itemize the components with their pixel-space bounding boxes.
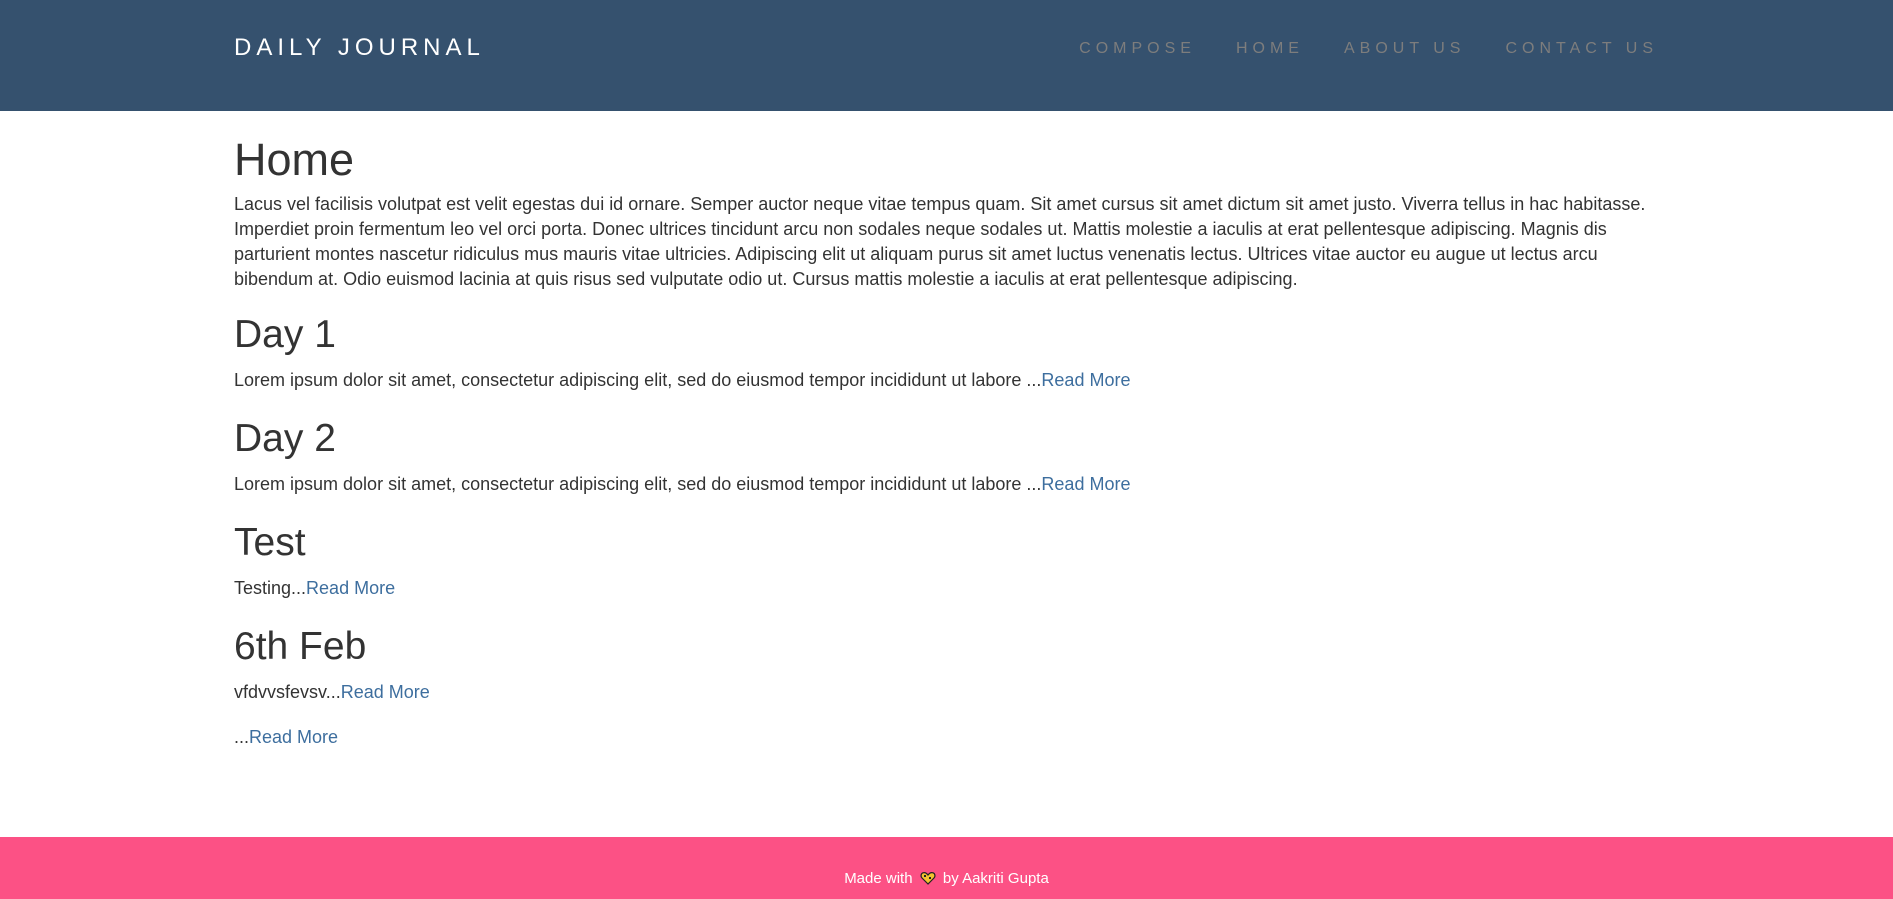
nav-item-home: HOME [1236,40,1304,58]
post-item: ...Read More [234,725,1659,750]
post-item: Test Testing...Read More [234,520,1659,601]
nav-link-contact-us[interactable]: CONTACT US [1505,40,1658,57]
footer-prefix: Made with [844,870,913,887]
nav-link-compose[interactable]: COMPOSE [1079,40,1196,57]
post-item: 6th Feb vfdvvsfevsv...Read More [234,624,1659,705]
intro-paragraph: Lacus vel facilisis volutpat est velit e… [234,194,1646,289]
navbar: DAILY JOURNAL COMPOSE HOME ABOUT US CONT… [0,0,1893,111]
read-more-link[interactable]: Read More [1041,474,1130,494]
post-title: Test [234,521,306,564]
post-excerpt-text: Lorem ipsum dolor sit amet, consectetur … [234,370,1042,390]
footer-suffix: by Aakriti Gupta [942,870,1049,887]
post-item: Day 1 Lorem ipsum dolor sit amet, consec… [234,312,1659,393]
heart-icon [920,872,936,885]
read-more-link[interactable]: Read More [306,578,395,598]
footer-credit: Made with by Aakriti Gupta [0,870,1893,887]
nav-item-contact-us: CONTACT US [1505,40,1658,58]
post-excerpt: vfdvvsfevsv...Read More [234,680,1659,705]
post-title: 6th Feb [234,625,367,668]
read-more-link[interactable]: Read More [249,727,338,747]
post-excerpt: Testing...Read More [234,576,1659,601]
post-excerpt-text: Testing... [234,578,307,598]
read-more-link[interactable]: Read More [341,682,430,702]
page-title: Home [234,134,355,185]
brand-link[interactable]: DAILY JOURNAL [234,34,485,62]
post-title: Day 2 [234,417,336,460]
post-excerpt-text: vfdvvsfevsv... [234,682,341,702]
post-excerpt: Lorem ipsum dolor sit amet, consectetur … [234,368,1659,393]
footer: Made with by Aakriti Gupta [0,837,1893,899]
nav-item-about-us: ABOUT US [1344,40,1466,58]
post-excerpt-text: ... [234,727,250,747]
post-excerpt-text: Lorem ipsum dolor sit amet, consectetur … [234,474,1042,494]
nav-link-about-us[interactable]: ABOUT US [1344,40,1466,57]
nav-item-compose: COMPOSE [1079,40,1196,58]
main-content: Home Lacus vel facilisis volutpat est ve… [234,111,1659,773]
post-excerpt: ...Read More [234,725,1659,750]
post-excerpt: Lorem ipsum dolor sit amet, consectetur … [234,472,1659,497]
nav-menu: COMPOSE HOME ABOUT US CONTACT US [1039,40,1658,58]
read-more-link[interactable]: Read More [1041,370,1130,390]
nav-link-home[interactable]: HOME [1236,40,1304,57]
post-title: Day 1 [234,313,336,356]
post-item: Day 2 Lorem ipsum dolor sit amet, consec… [234,416,1659,497]
